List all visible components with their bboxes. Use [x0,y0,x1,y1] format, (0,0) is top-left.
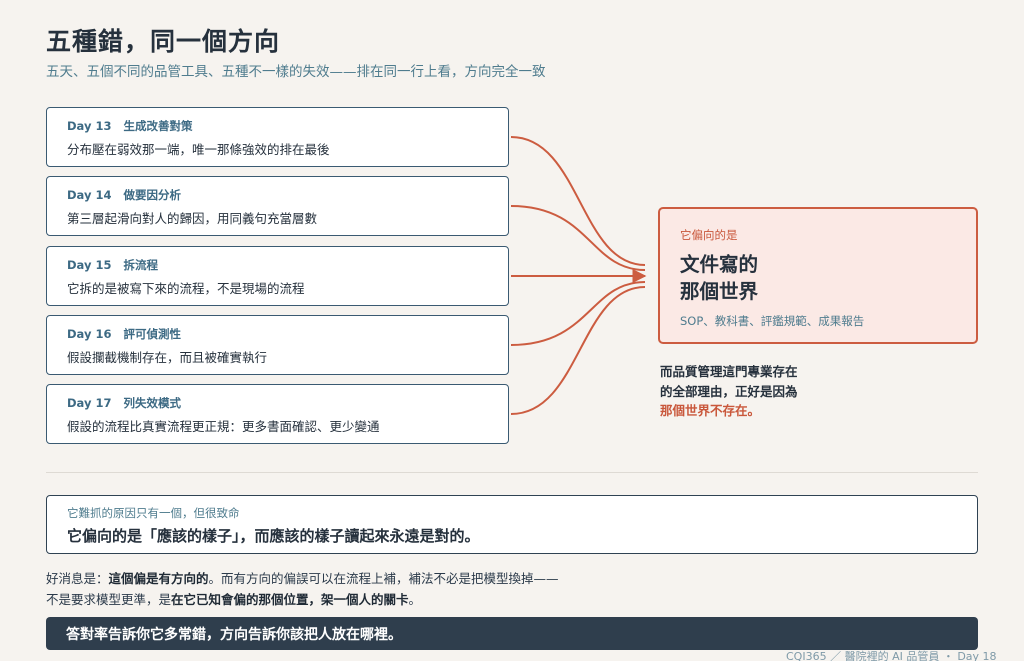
body-paragraph: 好消息是：這個偏是有方向的。而有方向的偏誤可以在流程上補，補法不必是把模型換掉—… [46,568,559,610]
target-examples: SOP、教科書、評鑑規範、成果報告 [680,314,865,328]
side-note-line2: 的全部理由，正好是因為 [660,383,798,399]
side-note-line3: 那個世界不存在。 [660,403,761,418]
arrow-day13 [510,136,646,266]
para-text: 不是要求模型更準，是 [46,592,172,607]
footer-credit: CQI365 ／ 醫院裡的 AI 品管員 ・ Day 18 [786,650,997,661]
target-box: 它偏向的是 文件寫的 那個世界 SOP、教科書、評鑑規範、成果報告 [658,207,978,344]
side-note-line1: 而品質管理這門專業存在 [660,364,798,379]
paragraph-line2: 不是要求模型更準，是在它已知會偏的那個位置，架一個人的關卡。 [46,589,559,610]
paragraph-line1: 好消息是：這個偏是有方向的。而有方向的偏誤可以在流程上補，補法不必是把模型換掉—… [46,568,559,589]
para-emphasis: 在它已知會偏的那個位置，架一個人的關卡 [171,592,409,607]
target-line2: 那個世界 [680,280,759,303]
para-text: 。 [408,592,422,607]
callout-box: 它難抓的原因只有一個，但很致命 它偏向的是「應該的樣子」，而應該的樣子讀起來永遠… [46,495,978,554]
callout-kicker: 它難抓的原因只有一個，但很致命 [67,506,240,520]
arrow-day17 [510,286,646,415]
callout-statement: 它偏向的是「應該的樣子」，而應該的樣子讀起來永遠是對的。 [67,527,480,545]
side-note: 而品質管理這門專業存在 的全部理由，正好是因為 那個世界不存在。 [660,362,798,421]
target-kicker: 它偏向的是 [680,228,738,242]
para-text: 。而有方向的偏誤可以在流程上補，補法不必是把模型換掉—— [208,571,559,586]
conclusion-banner: 答對率告訴你它多常錯，方向告訴你該把人放在哪裡。 [46,617,978,650]
divider [46,472,978,473]
para-emphasis: 這個偏是有方向的 [108,571,209,586]
para-text: 好消息是： [46,571,109,586]
target-line1: 文件寫的 [680,253,759,276]
